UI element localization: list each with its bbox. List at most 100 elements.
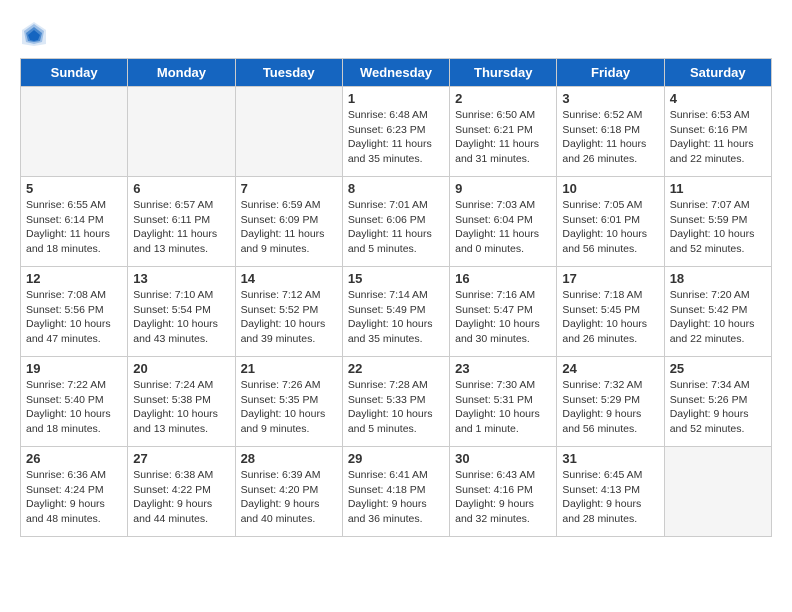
day-info: Sunrise: 7:10 AM Sunset: 5:54 PM Dayligh… <box>133 288 229 347</box>
day-number: 25 <box>670 361 766 376</box>
weekday-header-wednesday: Wednesday <box>342 59 449 87</box>
day-info: Sunrise: 6:36 AM Sunset: 4:24 PM Dayligh… <box>26 468 122 527</box>
calendar-week-5: 26 Sunrise: 6:36 AM Sunset: 4:24 PM Dayli… <box>21 447 772 537</box>
calendar-cell: 31 Sunrise: 6:45 AM Sunset: 4:13 PM Dayli… <box>557 447 664 537</box>
day-info: Sunrise: 6:50 AM Sunset: 6:21 PM Dayligh… <box>455 108 551 167</box>
calendar-cell: 21 Sunrise: 7:26 AM Sunset: 5:35 PM Dayli… <box>235 357 342 447</box>
day-number: 22 <box>348 361 444 376</box>
day-info: Sunrise: 7:16 AM Sunset: 5:47 PM Dayligh… <box>455 288 551 347</box>
day-number: 13 <box>133 271 229 286</box>
day-info: Sunrise: 7:32 AM Sunset: 5:29 PM Dayligh… <box>562 378 658 437</box>
calendar-cell <box>21 87 128 177</box>
day-info: Sunrise: 6:57 AM Sunset: 6:11 PM Dayligh… <box>133 198 229 257</box>
calendar-cell: 19 Sunrise: 7:22 AM Sunset: 5:40 PM Dayli… <box>21 357 128 447</box>
calendar-week-3: 12 Sunrise: 7:08 AM Sunset: 5:56 PM Dayli… <box>21 267 772 357</box>
calendar-cell: 6 Sunrise: 6:57 AM Sunset: 6:11 PM Daylig… <box>128 177 235 267</box>
calendar-cell: 18Sunrise: 7:20 AM Sunset: 5:42 PM Dayli… <box>664 267 771 357</box>
weekday-header-friday: Friday <box>557 59 664 87</box>
day-info: Sunrise: 7:05 AM Sunset: 6:01 PM Dayligh… <box>562 198 658 257</box>
day-number: 21 <box>241 361 337 376</box>
day-number: 23 <box>455 361 551 376</box>
day-info: Sunrise: 7:03 AM Sunset: 6:04 PM Dayligh… <box>455 198 551 257</box>
day-info: Sunrise: 6:39 AM Sunset: 4:20 PM Dayligh… <box>241 468 337 527</box>
day-info: Sunrise: 6:45 AM Sunset: 4:13 PM Dayligh… <box>562 468 658 527</box>
calendar-cell: 4 Sunrise: 6:53 AM Sunset: 6:16 PM Daylig… <box>664 87 771 177</box>
day-number: 11 <box>670 181 766 196</box>
calendar-cell: 12 Sunrise: 7:08 AM Sunset: 5:56 PM Dayli… <box>21 267 128 357</box>
calendar-cell: 28 Sunrise: 6:39 AM Sunset: 4:20 PM Dayli… <box>235 447 342 537</box>
day-number: 24 <box>562 361 658 376</box>
day-number: 17 <box>562 271 658 286</box>
day-number: 10 <box>562 181 658 196</box>
calendar-cell: 26 Sunrise: 6:36 AM Sunset: 4:24 PM Dayli… <box>21 447 128 537</box>
day-info: Sunrise: 6:55 AM Sunset: 6:14 PM Dayligh… <box>26 198 122 257</box>
day-number: 2 <box>455 91 551 106</box>
day-number: 19 <box>26 361 122 376</box>
day-info: Sunrise: 7:01 AM Sunset: 6:06 PM Dayligh… <box>348 198 444 257</box>
day-number: 30 <box>455 451 551 466</box>
calendar-cell: 1 Sunrise: 6:48 AM Sunset: 6:23 PM Daylig… <box>342 87 449 177</box>
day-info: Sunrise: 7:22 AM Sunset: 5:40 PM Dayligh… <box>26 378 122 437</box>
day-number: 20 <box>133 361 229 376</box>
day-number: 9 <box>455 181 551 196</box>
day-number: 4 <box>670 91 766 106</box>
weekday-header-sunday: Sunday <box>21 59 128 87</box>
calendar-cell: 23 Sunrise: 7:30 AM Sunset: 5:31 PM Dayli… <box>450 357 557 447</box>
day-info: Sunrise: 7:34 AM Sunset: 5:26 PM Dayligh… <box>670 378 766 437</box>
calendar-cell: 7 Sunrise: 6:59 AM Sunset: 6:09 PM Daylig… <box>235 177 342 267</box>
day-number: 15 <box>348 271 444 286</box>
day-info: Sunrise: 7:20 AM Sunset: 5:42 PM Dayligh… <box>670 288 766 347</box>
calendar-week-4: 19 Sunrise: 7:22 AM Sunset: 5:40 PM Dayli… <box>21 357 772 447</box>
calendar-table: SundayMondayTuesdayWednesdayThursdayFrid… <box>20 58 772 537</box>
weekday-header-tuesday: Tuesday <box>235 59 342 87</box>
day-number: 26 <box>26 451 122 466</box>
calendar-cell: 9 Sunrise: 7:03 AM Sunset: 6:04 PM Daylig… <box>450 177 557 267</box>
day-info: Sunrise: 6:38 AM Sunset: 4:22 PM Dayligh… <box>133 468 229 527</box>
day-info: Sunrise: 7:08 AM Sunset: 5:56 PM Dayligh… <box>26 288 122 347</box>
day-info: Sunrise: 7:14 AM Sunset: 5:49 PM Dayligh… <box>348 288 444 347</box>
day-number: 31 <box>562 451 658 466</box>
day-info: Sunrise: 6:59 AM Sunset: 6:09 PM Dayligh… <box>241 198 337 257</box>
calendar-cell: 22 Sunrise: 7:28 AM Sunset: 5:33 PM Dayli… <box>342 357 449 447</box>
logo <box>20 20 52 48</box>
day-info: Sunrise: 6:52 AM Sunset: 6:18 PM Dayligh… <box>562 108 658 167</box>
day-number: 29 <box>348 451 444 466</box>
weekday-header-saturday: Saturday <box>664 59 771 87</box>
weekday-header-row: SundayMondayTuesdayWednesdayThursdayFrid… <box>21 59 772 87</box>
day-info: Sunrise: 7:24 AM Sunset: 5:38 PM Dayligh… <box>133 378 229 437</box>
calendar-cell: 30 Sunrise: 6:43 AM Sunset: 4:16 PM Dayli… <box>450 447 557 537</box>
calendar-cell: 25 Sunrise: 7:34 AM Sunset: 5:26 PM Dayli… <box>664 357 771 447</box>
day-info: Sunrise: 6:43 AM Sunset: 4:16 PM Dayligh… <box>455 468 551 527</box>
day-number: 14 <box>241 271 337 286</box>
day-number: 27 <box>133 451 229 466</box>
calendar-cell: 3Sunrise: 6:52 AM Sunset: 6:18 PM Daylig… <box>557 87 664 177</box>
calendar-cell <box>235 87 342 177</box>
day-info: Sunrise: 6:48 AM Sunset: 6:23 PM Dayligh… <box>348 108 444 167</box>
day-number: 7 <box>241 181 337 196</box>
day-number: 28 <box>241 451 337 466</box>
day-info: Sunrise: 6:53 AM Sunset: 6:16 PM Dayligh… <box>670 108 766 167</box>
day-number: 6 <box>133 181 229 196</box>
calendar-cell: 24 Sunrise: 7:32 AM Sunset: 5:29 PM Dayli… <box>557 357 664 447</box>
day-info: Sunrise: 7:07 AM Sunset: 5:59 PM Dayligh… <box>670 198 766 257</box>
weekday-header-thursday: Thursday <box>450 59 557 87</box>
calendar-cell: 20 Sunrise: 7:24 AM Sunset: 5:38 PM Dayli… <box>128 357 235 447</box>
day-info: Sunrise: 7:30 AM Sunset: 5:31 PM Dayligh… <box>455 378 551 437</box>
day-number: 16 <box>455 271 551 286</box>
calendar-cell: 5Sunrise: 6:55 AM Sunset: 6:14 PM Daylig… <box>21 177 128 267</box>
day-info: Sunrise: 6:41 AM Sunset: 4:18 PM Dayligh… <box>348 468 444 527</box>
calendar-cell <box>664 447 771 537</box>
calendar-cell: 15 Sunrise: 7:14 AM Sunset: 5:49 PM Dayli… <box>342 267 449 357</box>
calendar-cell: 17Sunrise: 7:18 AM Sunset: 5:45 PM Dayli… <box>557 267 664 357</box>
day-number: 1 <box>348 91 444 106</box>
calendar-cell: 13 Sunrise: 7:10 AM Sunset: 5:54 PM Dayli… <box>128 267 235 357</box>
calendar-cell <box>128 87 235 177</box>
day-info: Sunrise: 7:26 AM Sunset: 5:35 PM Dayligh… <box>241 378 337 437</box>
calendar-cell: 16 Sunrise: 7:16 AM Sunset: 5:47 PM Dayli… <box>450 267 557 357</box>
day-number: 8 <box>348 181 444 196</box>
calendar-cell: 14 Sunrise: 7:12 AM Sunset: 5:52 PM Dayli… <box>235 267 342 357</box>
calendar-cell: 2 Sunrise: 6:50 AM Sunset: 6:21 PM Daylig… <box>450 87 557 177</box>
day-info: Sunrise: 7:28 AM Sunset: 5:33 PM Dayligh… <box>348 378 444 437</box>
day-number: 12 <box>26 271 122 286</box>
day-info: Sunrise: 7:12 AM Sunset: 5:52 PM Dayligh… <box>241 288 337 347</box>
